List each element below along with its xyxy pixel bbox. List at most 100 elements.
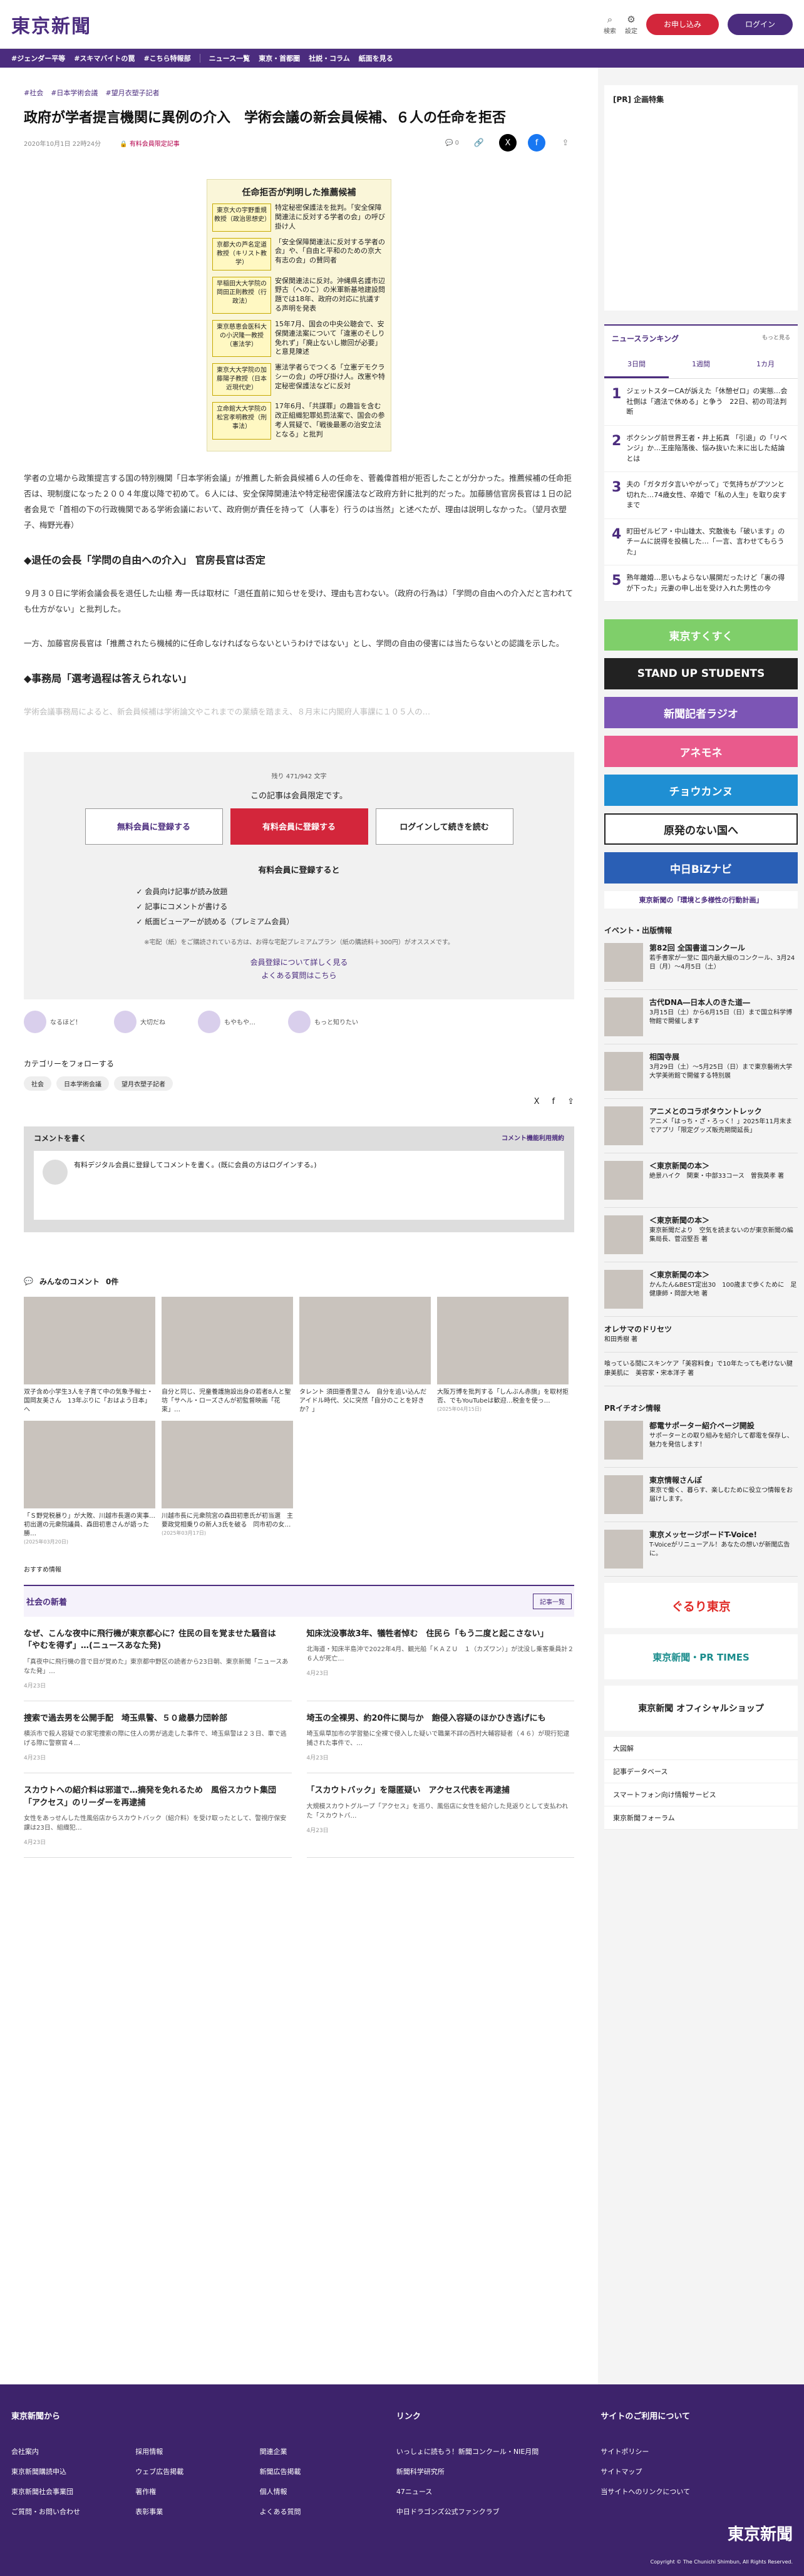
tag-link[interactable]: #社会: [24, 88, 43, 98]
ranking-tab[interactable]: 3日間: [604, 351, 669, 378]
subscribe-button[interactable]: お申し込み: [646, 13, 719, 35]
nav-item[interactable]: 紙面を見る: [359, 53, 393, 63]
article-list-button[interactable]: 記事一覧: [533, 1593, 572, 1609]
nav-item[interactable]: ニュース一覧: [209, 53, 250, 63]
news-item[interactable]: 埼玉の全裸男、約20件に関与か 飽侵入容疑のほかひき逃げにも 埼玉県草加市の学習塾…: [306, 1701, 574, 1774]
footer-link[interactable]: 新聞広告掲載: [260, 2466, 371, 2476]
banner-nonuclear[interactable]: 原発のない国へ: [604, 813, 798, 845]
banner-standup[interactable]: STAND UP STUDENTS: [604, 658, 798, 689]
site-logo[interactable]: 東京新聞: [11, 11, 91, 38]
footer-link[interactable]: 新聞科学研究所: [396, 2466, 589, 2476]
reaction-button[interactable]: 大切だね: [114, 1010, 165, 1033]
sidebar-link[interactable]: 記事データベース: [604, 1760, 798, 1783]
footer-link[interactable]: 47ニュース: [396, 2486, 589, 2496]
paid-register-button[interactable]: 有料会員に登録する: [230, 808, 368, 845]
nav-item[interactable]: #ジェンダー平等: [11, 53, 65, 63]
event-item[interactable]: 喰っている間にスキンケア「美容料食」で10年たっても老けない腱康美肌に 美容家・…: [604, 1352, 798, 1386]
footer-link[interactable]: 表彰事業: [135, 2506, 247, 2517]
reaction-button[interactable]: なるほど！: [24, 1010, 81, 1033]
facebook-share-icon[interactable]: f: [552, 1097, 555, 1106]
comment-count[interactable]: 💬 0: [445, 140, 459, 147]
footer-link[interactable]: 中日ドラゴンズ公式ファンクラブ: [396, 2506, 589, 2517]
pr-pick-item[interactable]: 東京情報さんぽ 東京で働く、暮らす、楽しむために役立つ情報をお届けします。: [604, 1468, 798, 1522]
event-item[interactable]: オレサマのドリセツ 和田秀樹 著: [604, 1317, 798, 1352]
ranking-item[interactable]: 4 町田ゼルビア・中山雄太、究散後も「破います」のチームに説得を投稿した…「一言、…: [604, 519, 798, 565]
footer-link[interactable]: いっしょに読もう！新聞コンクール・NIE月間: [396, 2446, 589, 2456]
free-register-button[interactable]: 無料会員に登録する: [85, 808, 223, 845]
sidebar-link[interactable]: 東京新聞フォーラム: [604, 1806, 798, 1830]
follow-chip[interactable]: 社会: [24, 1076, 51, 1091]
related-article[interactable]: 双子含め小学生3人を子育て中の気象予報士・国岡友美さん 13年ぶりに「おはよう日…: [24, 1296, 155, 1414]
news-item[interactable]: 知床沈没事故3年、犠牲者悼む 住民ら「もう二度と起こさない」 北海道・知床半島沖で…: [306, 1617, 574, 1701]
nav-item[interactable]: 社説・コラム: [309, 53, 350, 63]
x-share-icon[interactable]: X: [534, 1097, 540, 1106]
reaction-button[interactable]: もやもや…: [198, 1010, 255, 1033]
login-continue-button[interactable]: ログインして続きを読む: [375, 808, 513, 845]
x-share-icon[interactable]: X: [499, 134, 517, 152]
related-article[interactable]: 大阪万博を批判する「しんぶん赤旗」を取材拒否、でもYouTubeは歓迎…税金を使…: [437, 1296, 569, 1414]
footer-link[interactable]: ウェブ広告掲載: [135, 2466, 247, 2476]
news-item[interactable]: スカウトへの紹介料は邪道で…摘発を免れるため 風俗スカウト集団「アクセス」のリー…: [24, 1773, 292, 1858]
pr-pick-item[interactable]: 東京メッセージボードT-Voice! T-Voiceがリニューアル！あなたの想いが…: [604, 1522, 798, 1577]
footer-link[interactable]: よくある質問: [260, 2506, 371, 2517]
comment-input-area[interactable]: 有料デジタル会員に登録してコメントを書く。(既に会員の方はログインする。): [34, 1150, 564, 1220]
related-article[interactable]: 「Ｓ野党税暴り」が大敗、川越市長選の実事…初出選の元衆院議員、森田初恵さんが語っ…: [24, 1420, 155, 1545]
ranking-item[interactable]: 1 ジェットスターCAが訴えた「休憩ゼロ」の実態…会社側は「適法で休める」と争う …: [604, 379, 798, 426]
share-icon[interactable]: ⇪: [567, 1097, 574, 1106]
search-button[interactable]: ⌕ 検索: [604, 13, 616, 35]
related-article[interactable]: 自分と同じ、児童養護施設出身の若者8人と聖坊「サヘル・ローズさんが初監督映画「花…: [162, 1296, 293, 1414]
event-item[interactable]: ＜東京新聞の本＞ かんたん&BEST定出30 100歳まで歩くために 足健康師・岡…: [604, 1262, 798, 1317]
settings-button[interactable]: ⚙ 設定: [625, 13, 637, 35]
related-article[interactable]: 川越市長に元衆院宮の森田初恵氏が初当選 主要政党相乗りの新人3氏を破る 同市初の…: [162, 1420, 293, 1545]
login-button[interactable]: ログイン: [727, 13, 793, 35]
tag-link[interactable]: #日本学術会議: [51, 88, 98, 98]
footer-logo[interactable]: 東京新聞: [728, 2522, 793, 2545]
footer-link[interactable]: 個人情報: [260, 2486, 371, 2496]
share-icon[interactable]: ⇪: [557, 134, 574, 152]
news-item[interactable]: 捜索で過去男を公開手配 埼玉県警、５０歳暴力団幹部 横浜市で殺人容疑での家宅捜索の…: [24, 1701, 292, 1774]
footer-link[interactable]: 東京新聞購読申込: [11, 2466, 123, 2476]
event-item[interactable]: ＜東京新聞の本＞ 東京新聞だより 空気を読まないのが東京新聞の編集局長、菅沼堅吾 …: [604, 1208, 798, 1262]
banner-bizunavi[interactable]: 中日BiZナビ: [604, 852, 798, 884]
ranking-item[interactable]: 3 夫の「ガタガタ言いやがって」で気持ちがプツンと切れた…74歳女性、卒婚で「私の…: [604, 472, 798, 519]
banner-chokanne[interactable]: チョウカンヌ: [604, 775, 798, 806]
footer-link[interactable]: 東京新聞社会事業団: [11, 2486, 123, 2496]
footer-link[interactable]: 当サイトへのリンクについて: [600, 2486, 793, 2496]
follow-chip[interactable]: 日本学術会議: [56, 1076, 109, 1091]
event-item[interactable]: アニメとのコラボタウントレック アニメ「はっち・ざ・ろっく！」2025年11月末ま…: [604, 1099, 798, 1153]
nav-item[interactable]: 東京・首都圏: [259, 53, 300, 63]
banner-anemone[interactable]: アネモネ: [604, 736, 798, 767]
footer-link[interactable]: 採用情報: [135, 2446, 247, 2456]
link-icon[interactable]: 🔗: [470, 134, 488, 152]
footer-link[interactable]: サイトポリシー: [600, 2446, 793, 2456]
related-article[interactable]: タレント 須田亜香里さん 自分を追い込んだアイドル時代、父に突然「自分のことを好…: [299, 1296, 431, 1414]
event-item[interactable]: 古代DNA―日本人のきた道― 3月15日（土）から6月15日（日）まで国立科学博物…: [604, 990, 798, 1044]
sidebar-link[interactable]: スマートフォン向け情報サービス: [604, 1783, 798, 1806]
news-item[interactable]: なぜ、こんな夜中に飛行機が東京都心に？住民の目を覚ませた騒音は「やむを得ず」…(…: [24, 1617, 292, 1701]
event-item[interactable]: 第82回 全国書道コンクール 若手書家が一堂に 国内最大級のコンクール、3月24日…: [604, 935, 798, 990]
footer-link[interactable]: 会社案内: [11, 2446, 123, 2456]
nav-item[interactable]: #こちら特報部: [143, 53, 190, 63]
news-item[interactable]: 「スカウトバック」を隠匿疑い アクセス代表を再逮捕 大規模スカウトグループ「アクセ…: [306, 1773, 574, 1858]
footer-link[interactable]: 著作権: [135, 2486, 247, 2496]
faq-link[interactable]: よくある質問はこちら: [24, 969, 574, 983]
ranking-tab[interactable]: 1週間: [669, 351, 733, 378]
event-item[interactable]: ＜東京新聞の本＞ 絶景ハイク 関東・中部33コース 曽我英孝 著: [604, 1153, 798, 1208]
banner-shop[interactable]: 東京新聞 オフィシャルショップ: [604, 1686, 798, 1731]
sidebar-link[interactable]: 大図解: [604, 1737, 798, 1760]
comment-policy-link[interactable]: コメント機能利用規約: [502, 1133, 564, 1143]
ranking-more-link[interactable]: もっと見る: [762, 333, 790, 344]
reaction-button[interactable]: もっと知りたい: [288, 1010, 358, 1033]
banner-prtimes[interactable]: 東京新聞・PR TIMES: [604, 1634, 798, 1679]
membership-details-link[interactable]: 会員登録について詳しく見る: [24, 956, 574, 970]
tag-link[interactable]: #望月衣塑子記者: [105, 88, 159, 98]
footer-link[interactable]: 関連企業: [260, 2446, 371, 2456]
follow-chip[interactable]: 望月衣塑子記者: [114, 1076, 173, 1091]
banner-radio[interactable]: 新聞記者ラジオ: [604, 697, 798, 728]
footer-link[interactable]: サイトマップ: [600, 2466, 793, 2476]
event-item[interactable]: 相国寺展 3月29日（土）～5月25日（日）まで東京藝術大学大学美術館で開催する特…: [604, 1044, 798, 1099]
comment-prompt[interactable]: 有料デジタル会員に登録してコメントを書く。(既に会員の方はログインする。): [74, 1160, 317, 1211]
footer-link[interactable]: ご質問・お問い合わせ: [11, 2506, 123, 2517]
banner-action-plan[interactable]: 東京新聞の「環境と多様性の行動計画」: [604, 891, 798, 909]
banner-gururi[interactable]: ぐるり東京: [604, 1583, 798, 1628]
